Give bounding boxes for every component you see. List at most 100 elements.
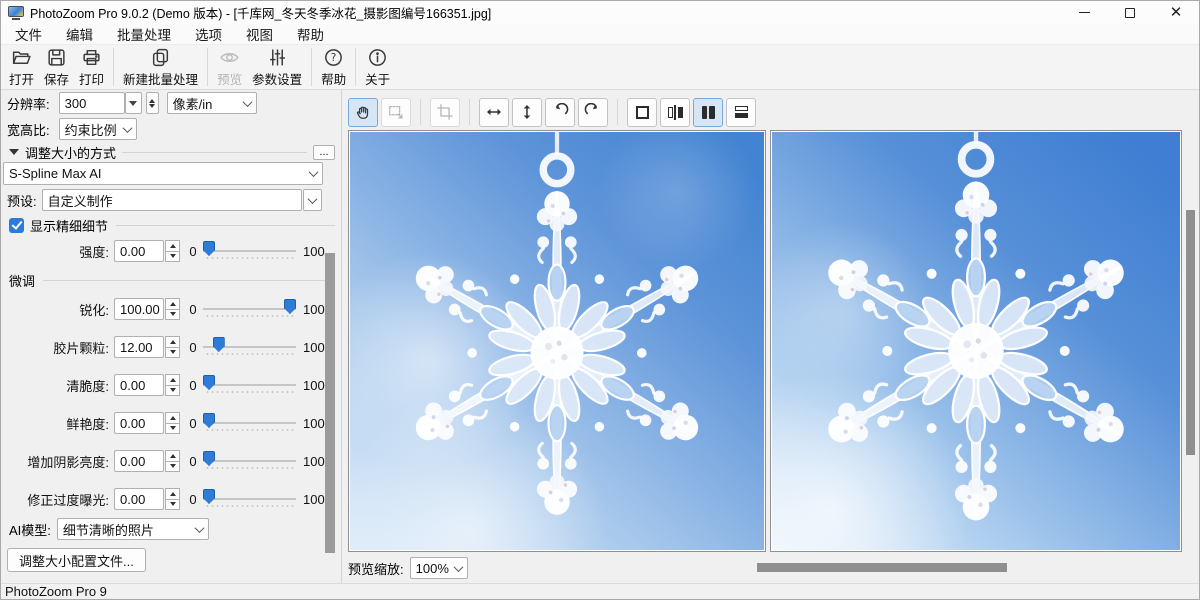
panel-scrollbar[interactable] xyxy=(325,253,335,553)
vividness-input[interactable]: 0.00 xyxy=(114,412,164,434)
resolution-spin-button[interactable] xyxy=(146,92,159,114)
film-grain-slider-row: 胶片颗粒: 12.00 0 100 xyxy=(1,335,323,359)
about-icon xyxy=(367,47,388,68)
help-button[interactable]: ? 帮助 xyxy=(316,46,351,89)
preset-label: 预设: xyxy=(7,191,37,210)
minimize-icon xyxy=(1079,12,1090,13)
close-icon: ✕ xyxy=(1170,5,1183,20)
menu-options[interactable]: 选项 xyxy=(183,24,234,44)
preview-eye-icon xyxy=(219,47,240,68)
slider-handle[interactable] xyxy=(203,241,215,256)
slider-handle[interactable] xyxy=(213,337,225,352)
preset-input[interactable]: 自定义制作 xyxy=(42,189,302,211)
flip-vertical-button[interactable] xyxy=(512,98,542,127)
crop-icon xyxy=(436,103,454,121)
menu-file[interactable]: 文件 xyxy=(3,24,54,44)
ai-model-combo[interactable]: 细节清晰的照片 xyxy=(57,518,209,540)
about-button[interactable]: 关于 xyxy=(360,46,395,89)
more-options-button[interactable]: ... xyxy=(313,145,335,160)
parameters-sliders-icon xyxy=(267,47,288,68)
shadow-brightness-input[interactable]: 0.00 xyxy=(114,450,164,472)
menu-batch[interactable]: 批量处理 xyxy=(105,24,183,44)
preset-dropdown-button[interactable] xyxy=(303,189,322,211)
sharpen-slider[interactable] xyxy=(203,298,296,320)
slider-handle[interactable] xyxy=(203,413,215,428)
vertical-scrollbar[interactable] xyxy=(1186,210,1195,455)
view-single-button[interactable] xyxy=(627,98,657,127)
strength-slider[interactable] xyxy=(203,240,296,262)
film-grain-spinner[interactable] xyxy=(165,336,180,358)
rotate-right-button[interactable] xyxy=(578,98,608,127)
chevron-down-icon xyxy=(309,167,319,177)
title-bar: PhotoZoom Pro 9.0.2 (Demo 版本) - [千库网_冬天冬… xyxy=(1,1,1199,24)
film-grain-slider[interactable] xyxy=(203,336,296,358)
crispness-spinner[interactable] xyxy=(165,374,180,396)
pan-tool-button[interactable] xyxy=(348,98,378,127)
crispness-slider[interactable] xyxy=(203,374,296,396)
shadow-brightness-spinner[interactable] xyxy=(165,450,180,472)
save-icon xyxy=(46,47,67,68)
view-split-button[interactable] xyxy=(660,98,690,127)
resolution-input[interactable]: 300 xyxy=(59,92,125,114)
status-bar: PhotoZoom Pro 9 xyxy=(1,583,1199,599)
horizontal-scrollbar[interactable] xyxy=(757,563,1007,572)
strength-input[interactable]: 0.00 xyxy=(114,240,164,262)
crop-tool-button xyxy=(430,98,460,127)
overexposure-slider[interactable] xyxy=(203,488,296,510)
flip-horizontal-button[interactable] xyxy=(479,98,509,127)
flip-horizontal-icon xyxy=(485,103,503,121)
result-image-pane[interactable] xyxy=(770,130,1182,552)
sharpen-spinner[interactable] xyxy=(165,298,180,320)
menu-view[interactable]: 视图 xyxy=(234,24,285,44)
overexposure-spinner[interactable] xyxy=(165,488,180,510)
sharpen-input[interactable]: 100.00 xyxy=(114,298,164,320)
slider-handle[interactable] xyxy=(203,375,215,390)
slider-handle[interactable] xyxy=(284,299,296,314)
resolution-unit-combo[interactable]: 像素/in xyxy=(167,92,257,114)
vividness-spinner[interactable] xyxy=(165,412,180,434)
aspect-ratio-combo[interactable]: 约束比例 xyxy=(59,118,137,140)
resolution-dropdown-button[interactable] xyxy=(125,92,142,114)
resize-profile-button[interactable]: 调整大小配置文件... xyxy=(7,548,146,572)
minimize-button[interactable] xyxy=(1061,1,1107,24)
chevron-down-icon xyxy=(194,523,204,533)
rotate-left-icon xyxy=(551,103,569,121)
preview-zoom-combo[interactable]: 100% xyxy=(410,557,468,579)
crispness-input[interactable]: 0.00 xyxy=(114,374,164,396)
rotate-right-icon xyxy=(584,103,602,121)
shadow-brightness-slider[interactable] xyxy=(203,450,296,472)
fine-detail-checkbox[interactable] xyxy=(9,218,24,233)
aspect-ratio-label: 宽高比: xyxy=(7,120,50,139)
finetune-group-label: 微调 xyxy=(9,271,35,290)
collapse-arrow-icon[interactable] xyxy=(9,149,19,155)
print-button[interactable]: 打印 xyxy=(74,46,109,89)
rotate-left-button[interactable] xyxy=(545,98,575,127)
vividness-slider[interactable] xyxy=(203,412,296,434)
parameters-button[interactable]: 参数设置 xyxy=(247,46,307,89)
chevron-down-icon xyxy=(453,562,463,572)
close-button[interactable]: ✕ xyxy=(1153,1,1199,24)
save-button[interactable]: 保存 xyxy=(39,46,74,89)
maximize-button[interactable] xyxy=(1107,1,1153,24)
strength-slider-row: 强度: 0.00 0 100 xyxy=(1,239,323,263)
menu-edit[interactable]: 编辑 xyxy=(54,24,105,44)
ai-model-label: AI模型: xyxy=(9,520,51,539)
view-side-by-side-icon xyxy=(702,106,715,119)
film-grain-input[interactable]: 12.00 xyxy=(114,336,164,358)
strength-spinner[interactable] xyxy=(165,240,180,262)
sharpen-slider-row: 锐化: 100.00 0 100 xyxy=(1,297,323,321)
slider-handle[interactable] xyxy=(203,489,215,504)
menu-help[interactable]: 帮助 xyxy=(285,24,336,44)
menu-bar: 文件 编辑 批量处理 选项 视图 帮助 xyxy=(1,24,1199,45)
flip-vertical-icon xyxy=(518,103,536,121)
open-button[interactable]: 打开 xyxy=(4,46,39,89)
slider-handle[interactable] xyxy=(203,451,215,466)
original-image-pane[interactable] xyxy=(348,130,766,552)
view-side-by-side-button[interactable] xyxy=(693,98,723,127)
resolution-label: 分辨率: xyxy=(7,94,50,113)
overexposure-input[interactable]: 0.00 xyxy=(114,488,164,510)
resize-method-combo[interactable]: S-Spline Max AI xyxy=(3,162,323,185)
photozoom-window: PhotoZoom Pro 9.0.2 (Demo 版本) - [千库网_冬天冬… xyxy=(0,0,1200,600)
new-batch-button[interactable]: 新建批量处理 xyxy=(118,46,203,89)
view-top-bottom-button[interactable] xyxy=(726,98,756,127)
